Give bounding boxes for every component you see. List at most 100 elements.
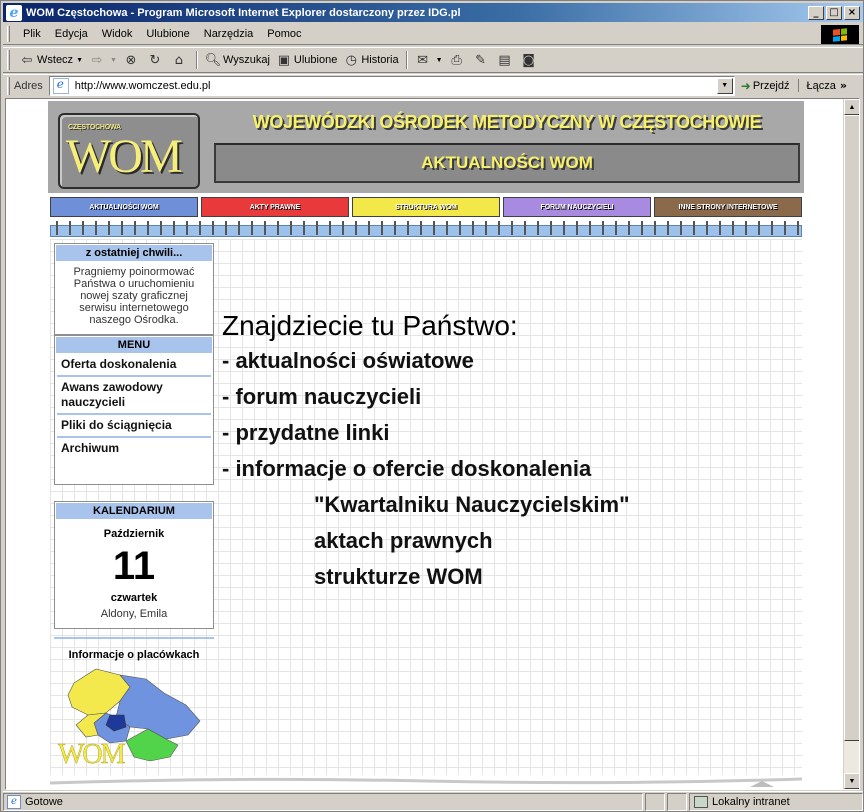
scroll-thumb[interactable] bbox=[844, 115, 859, 741]
address-url[interactable]: http://www.womczest.edu.pl bbox=[73, 80, 717, 92]
menu-item-oferta[interactable]: Oferta doskonalenia bbox=[57, 354, 211, 377]
web-page: CZĘSTOCHOWA WOM WOJEWÓDZKI OŚRODEK METOD… bbox=[6, 99, 844, 789]
menu-edycja[interactable]: Edycja bbox=[48, 28, 95, 40]
calendar-weekday: czwartek bbox=[110, 592, 158, 604]
scroll-down-icon[interactable]: ▼ bbox=[844, 773, 859, 789]
back-button[interactable]: ⇦ Wstecz ▼ bbox=[16, 49, 86, 71]
binder-ring bbox=[654, 221, 656, 235]
binder-ring bbox=[355, 221, 357, 235]
toolbar-grip[interactable] bbox=[7, 50, 10, 70]
scroll-up-icon[interactable]: ▲ bbox=[844, 99, 859, 115]
binder-ring bbox=[82, 221, 84, 235]
menu-widok[interactable]: Widok bbox=[95, 28, 140, 40]
binder-ring bbox=[589, 221, 591, 235]
binder-rings bbox=[50, 219, 802, 239]
binder-ring bbox=[602, 221, 604, 235]
logo-text: WOM bbox=[66, 130, 183, 183]
binder-ring bbox=[498, 221, 500, 235]
menu-item-pliki[interactable]: Pliki do ściągnięcia bbox=[57, 415, 211, 438]
menu-item-archiwum[interactable]: Archiwum bbox=[57, 438, 211, 459]
binder-ring bbox=[147, 221, 149, 235]
calendar-name-days: Aldony, Emila bbox=[100, 608, 168, 620]
close-button[interactable]: × bbox=[844, 5, 860, 20]
binder-ring bbox=[459, 221, 461, 235]
minimize-button[interactable]: _ bbox=[808, 5, 824, 20]
placowki-box[interactable]: Informacje o placówkach WOM bbox=[54, 643, 214, 771]
main-content: Znajdziecie tu Państwo: - aktualności oś… bbox=[222, 309, 782, 595]
back-arrow-icon: ⇦ bbox=[21, 52, 33, 68]
address-dropdown-icon[interactable]: ▼ bbox=[716, 77, 733, 94]
favorites-button[interactable]: ▣ Ulubione bbox=[273, 49, 340, 71]
title-bar[interactable]: e WOM Częstochowa - Program Microsoft In… bbox=[3, 3, 863, 22]
vertical-scrollbar[interactable]: ▲ ▼ bbox=[843, 99, 859, 789]
address-input[interactable]: http://www.womczest.edu.pl ▼ bbox=[48, 75, 735, 96]
region-map[interactable]: WOM bbox=[54, 665, 214, 769]
status-main: e Gotowe bbox=[3, 792, 643, 811]
history-icon: ◷ bbox=[345, 52, 357, 68]
home-button[interactable]: ⌂ bbox=[168, 49, 192, 71]
binder-ring bbox=[277, 221, 279, 235]
stop-icon: ⊗ bbox=[125, 52, 137, 68]
search-button[interactable]: 🔍︎ Wyszukaj bbox=[202, 49, 273, 71]
binder-ring bbox=[797, 221, 799, 235]
binder-ring bbox=[160, 221, 162, 235]
binder-ring bbox=[186, 221, 188, 235]
address-grip[interactable] bbox=[7, 76, 10, 95]
window-title: WOM Częstochowa - Program Microsoft Inte… bbox=[26, 6, 461, 19]
binder-ring bbox=[238, 221, 240, 235]
binder-ring bbox=[108, 221, 110, 235]
zone-text: Lokalny intranet bbox=[712, 795, 790, 808]
search-label: Wyszukaj bbox=[222, 54, 270, 66]
messenger-button[interactable]: ◙ bbox=[518, 49, 542, 71]
main-subitem: aktach prawnych bbox=[314, 528, 493, 553]
binder-bar bbox=[50, 225, 802, 237]
binder-ring bbox=[511, 221, 513, 235]
refresh-button[interactable]: ↻ bbox=[144, 49, 168, 71]
forward-button[interactable]: ⇨ ▼ bbox=[86, 49, 120, 71]
binder-ring bbox=[303, 221, 305, 235]
nav-forum[interactable]: FORUM NAUCZYCIELI bbox=[503, 197, 651, 217]
nav-aktualnosci[interactable]: AKTUALNOŚCI WOM bbox=[50, 197, 198, 217]
print-button[interactable]: ⎙ bbox=[446, 49, 470, 71]
binder-ring bbox=[706, 221, 708, 235]
stop-button[interactable]: ⊗ bbox=[120, 49, 144, 71]
back-dropdown-icon[interactable]: ▼ bbox=[76, 57, 83, 64]
binder-ring bbox=[121, 221, 123, 235]
binder-ring bbox=[394, 221, 396, 235]
binder-ring bbox=[225, 221, 227, 235]
menu-ulubione[interactable]: Ulubione bbox=[139, 28, 196, 40]
messenger-icon: ◙ bbox=[522, 52, 535, 68]
history-button[interactable]: ◷ Historia bbox=[340, 49, 401, 71]
mail-button[interactable]: ✉ ▼ bbox=[412, 49, 446, 71]
menu-plik[interactable]: Plik bbox=[16, 28, 48, 40]
links-more-icon[interactable]: » bbox=[840, 79, 847, 92]
calendar-month: Październik bbox=[103, 528, 165, 540]
discuss-button[interactable]: ▤ bbox=[494, 49, 518, 71]
wom-logo[interactable]: CZĘSTOCHOWA WOM bbox=[58, 113, 200, 189]
binder-ring bbox=[264, 221, 266, 235]
site-header: CZĘSTOCHOWA WOM WOJEWÓDZKI OŚRODEK METOD… bbox=[48, 101, 804, 193]
maximize-button[interactable]: □ bbox=[826, 5, 842, 20]
links-toolbar[interactable]: Łącza » bbox=[797, 79, 847, 92]
mail-dropdown-icon[interactable]: ▼ bbox=[436, 57, 443, 64]
menu-narzedzia[interactable]: Narzędzia bbox=[197, 28, 261, 40]
go-button[interactable]: ➜ Przejdź bbox=[741, 79, 790, 93]
binder-ring bbox=[316, 221, 318, 235]
edit-button[interactable]: ✎ bbox=[470, 49, 494, 71]
menu-pomoc[interactable]: Pomoc bbox=[260, 28, 308, 40]
binder-ring bbox=[95, 221, 97, 235]
main-item: - forum nauczycieli bbox=[222, 384, 422, 409]
menu-item-awans[interactable]: Awans zawodowy nauczycieli bbox=[57, 377, 211, 415]
home-icon: ⌂ bbox=[174, 52, 184, 68]
menu-grip[interactable] bbox=[7, 26, 10, 42]
main-subitem: strukturze WOM bbox=[314, 564, 483, 589]
binder-ring bbox=[407, 221, 409, 235]
nav-inne-strony[interactable]: INNE STRONY INTERNETOWE bbox=[654, 197, 802, 217]
windows-logo-icon bbox=[821, 25, 859, 44]
nav-akty-prawne[interactable]: AKTY PRAWNE bbox=[201, 197, 349, 217]
site-title: WOJEWÓDZKI OŚRODEK METODYCZNY W CZĘSTOCH… bbox=[252, 111, 762, 132]
site-nav: AKTUALNOŚCI WOM AKTY PRAWNE STRUKTURA WO… bbox=[50, 197, 802, 217]
forward-dropdown-icon[interactable]: ▼ bbox=[110, 57, 117, 64]
page-icon bbox=[52, 77, 69, 94]
nav-struktura[interactable]: STRUKTURA WOM bbox=[352, 197, 500, 217]
